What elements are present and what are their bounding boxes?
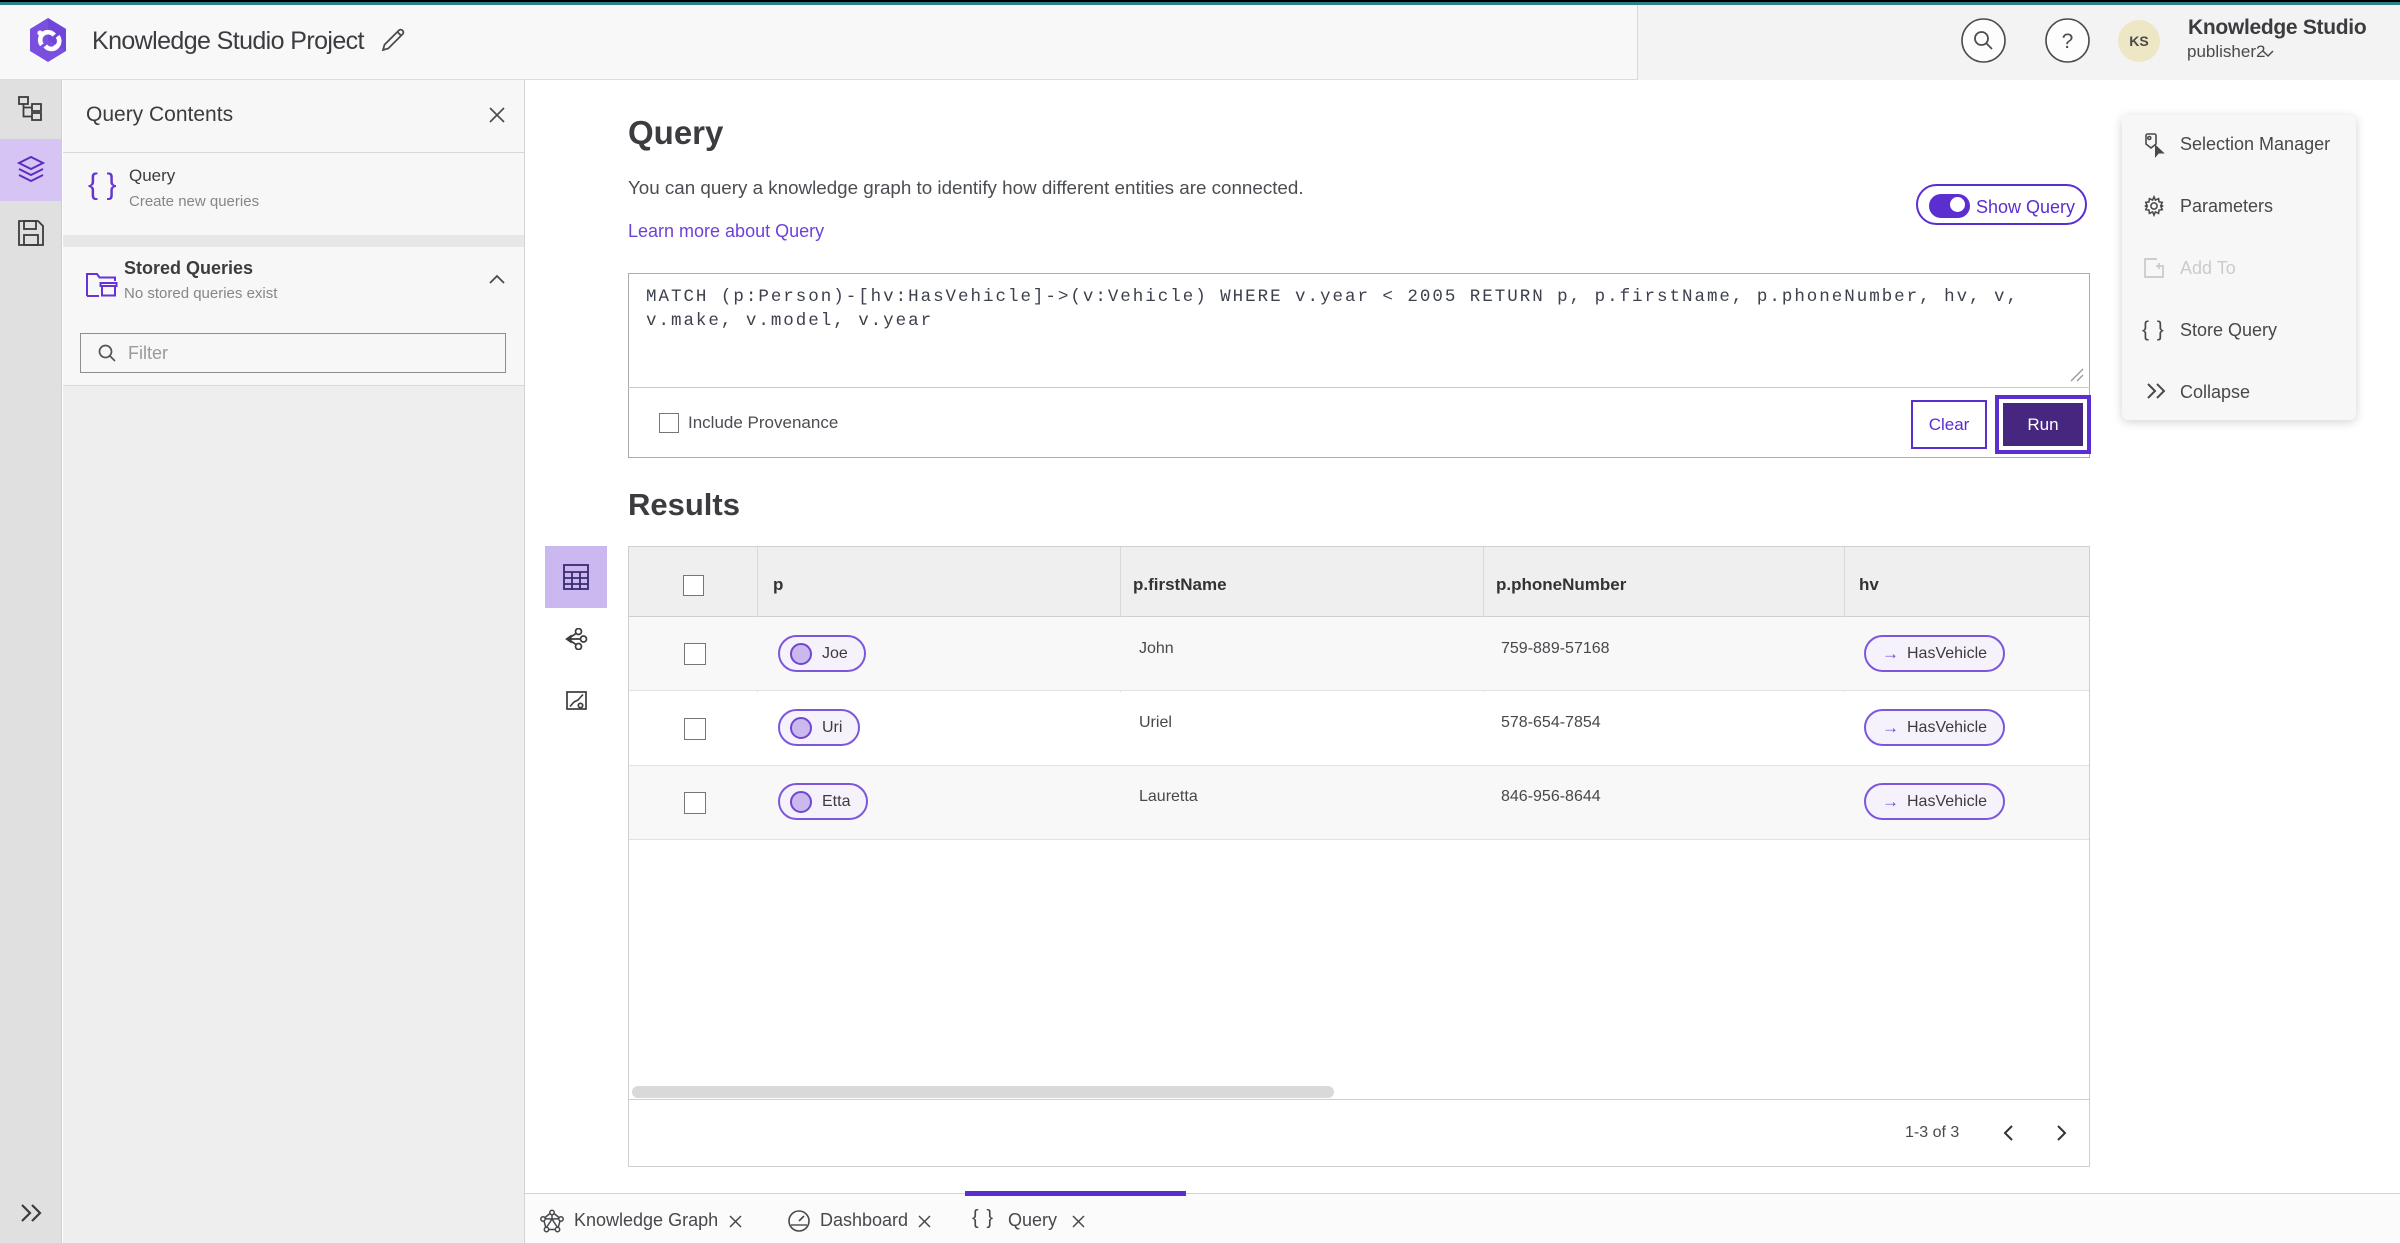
svg-text:?: ? xyxy=(2062,30,2074,53)
